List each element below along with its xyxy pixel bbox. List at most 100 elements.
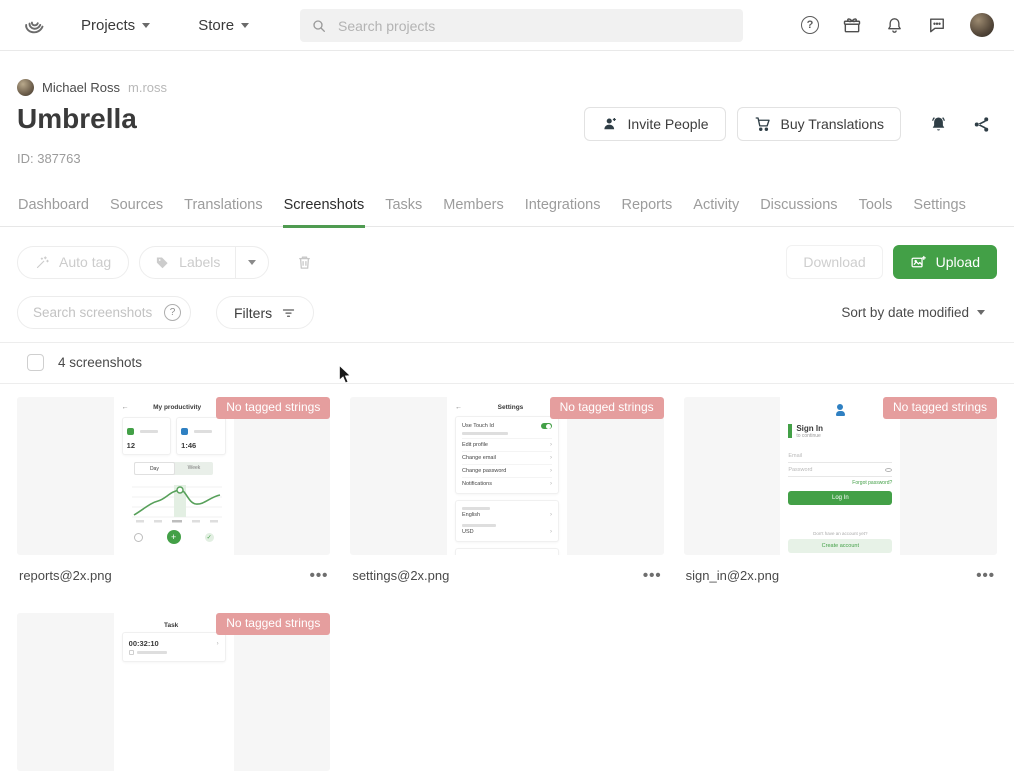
auto-tag-label: Auto tag xyxy=(59,254,111,270)
nav-projects-label: Projects xyxy=(81,17,135,34)
user-avatar[interactable] xyxy=(970,13,994,37)
screenshots-grid: No tagged strings ← My productivity 12 xyxy=(17,397,997,771)
stat-value: 12 xyxy=(127,441,167,450)
thumb-content: Sign In to continue Email Password Forgo… xyxy=(780,397,900,555)
filters-button[interactable]: Filters xyxy=(216,296,314,329)
help-icon[interactable]: ? xyxy=(801,16,819,34)
screenshot-card-task: No tagged strings Task ⌄ 00:32:10 › xyxy=(17,613,330,771)
labels-button[interactable]: Labels xyxy=(140,247,235,278)
screenshot-thumbnail[interactable]: No tagged strings Sign In to continue Em… xyxy=(684,397,997,555)
tab-settings[interactable]: Settings xyxy=(912,191,966,228)
owner-name[interactable]: Michael Ross xyxy=(42,80,120,95)
chevron-down-icon xyxy=(142,23,150,28)
touch-id-label: Use Touch Id xyxy=(462,423,494,429)
labels-label: Labels xyxy=(179,254,220,270)
stat-tile: 1:46 xyxy=(176,417,226,455)
screenshot-thumbnail[interactable]: No tagged strings ← My productivity 12 xyxy=(17,397,330,555)
labels-dropdown-button[interactable] xyxy=(235,247,268,278)
top-navbar: Projects Store ? xyxy=(0,0,1014,51)
owner-avatar[interactable] xyxy=(17,79,34,96)
nav-store[interactable]: Store xyxy=(198,17,249,34)
screenshot-filename[interactable]: settings@2x.png xyxy=(352,568,449,583)
buy-translations-button[interactable]: Buy Translations xyxy=(737,107,902,141)
tab-tools[interactable]: Tools xyxy=(858,191,894,228)
thumb-content: ← Settings Use Touch Id Edit profile› Ch… xyxy=(447,397,567,555)
chevron-down-icon xyxy=(241,23,249,28)
show-password-icon xyxy=(885,468,892,472)
forgot-password-link: Forgot password? xyxy=(788,480,892,486)
nav-projects[interactable]: Projects xyxy=(81,17,150,34)
thumb-title: Settings xyxy=(462,404,559,411)
cart-icon xyxy=(754,115,772,133)
upload-button[interactable]: Upload xyxy=(893,245,997,279)
sort-button[interactable]: Sort by date modified xyxy=(841,305,997,320)
select-all-checkbox[interactable] xyxy=(27,354,44,371)
project-owner: Michael Ross m.ross xyxy=(17,79,997,96)
owner-username: m.ross xyxy=(128,80,167,95)
tab-members[interactable]: Members xyxy=(442,191,504,228)
tab-tasks[interactable]: Tasks xyxy=(384,191,423,228)
screenshot-card-settings: No tagged strings ← Settings Use Touch I… xyxy=(350,397,663,583)
tab-integrations[interactable]: Integrations xyxy=(524,191,602,228)
invite-people-label: Invite People xyxy=(628,116,709,132)
chevron-down-icon xyxy=(248,260,256,265)
stat-value: 1:46 xyxy=(181,441,221,450)
add-fab-icon: + xyxy=(167,530,181,544)
log-in-button: Log In xyxy=(788,491,892,505)
upload-image-icon xyxy=(910,254,927,271)
tab-reports[interactable]: Reports xyxy=(621,191,674,228)
crowdin-logo[interactable] xyxy=(20,12,47,39)
auto-tag-button[interactable]: Auto tag xyxy=(17,246,129,279)
tab-discussions[interactable]: Discussions xyxy=(759,191,838,228)
screenshot-search-input[interactable] xyxy=(31,304,158,321)
card-menu-button[interactable]: ••• xyxy=(976,571,995,581)
app-logo xyxy=(835,404,845,417)
no-tagged-strings-badge: No tagged strings xyxy=(883,397,997,419)
watch-project-bell-icon[interactable] xyxy=(922,114,955,135)
card-menu-button[interactable]: ••• xyxy=(310,571,329,581)
tab-sources[interactable]: Sources xyxy=(109,191,164,228)
gift-icon[interactable] xyxy=(842,15,862,35)
global-search[interactable] xyxy=(300,9,743,42)
screenshot-thumbnail[interactable]: No tagged strings Task ⌄ 00:32:10 › xyxy=(17,613,330,771)
sign-out-label: Sign Out xyxy=(462,552,552,556)
tab-translations[interactable]: Translations xyxy=(183,191,263,228)
no-tagged-strings-badge: No tagged strings xyxy=(550,397,664,419)
thumb-title: My productivity xyxy=(129,404,226,411)
bell-icon[interactable] xyxy=(885,16,904,35)
tab-dashboard[interactable]: Dashboard xyxy=(17,191,90,228)
task-timer: 00:32:10 xyxy=(129,639,159,648)
screenshot-thumbnail[interactable]: No tagged strings ← Settings Use Touch I… xyxy=(350,397,663,555)
buy-translations-label: Buy Translations xyxy=(781,116,885,132)
no-account-text: Don't have an account yet? xyxy=(788,531,892,536)
done-icon: ✓ xyxy=(205,533,214,542)
day-week-toggle: Day Week xyxy=(134,462,213,475)
invite-people-button[interactable]: Invite People xyxy=(584,107,726,141)
card-menu-button[interactable]: ••• xyxy=(643,571,662,581)
divider xyxy=(0,383,1014,384)
screenshot-filename[interactable]: sign_in@2x.png xyxy=(686,568,779,583)
tab-screenshots[interactable]: Screenshots xyxy=(283,191,366,228)
sign-in-subtitle: to continue xyxy=(796,433,823,439)
labels-split-button: Labels xyxy=(139,246,269,279)
accent-bar xyxy=(788,424,792,438)
create-account-button: Create account xyxy=(788,539,892,553)
back-arrow-icon: ← xyxy=(455,404,462,411)
search-help-icon[interactable]: ? xyxy=(164,304,181,321)
tab-activity[interactable]: Activity xyxy=(692,191,740,228)
thumb-content: ← My productivity 12 1:46 xyxy=(114,397,234,555)
person-add-icon xyxy=(601,115,619,133)
sort-label: Sort by date modified xyxy=(841,305,969,320)
upload-label: Upload xyxy=(936,254,980,270)
screenshot-filename[interactable]: reports@2x.png xyxy=(19,568,112,583)
share-icon[interactable] xyxy=(966,115,997,134)
download-button[interactable]: Download xyxy=(786,245,882,279)
search-input[interactable] xyxy=(336,17,732,35)
messages-icon[interactable] xyxy=(927,15,947,35)
time-icon xyxy=(181,428,188,435)
download-label: Download xyxy=(803,254,865,270)
delete-icon[interactable] xyxy=(296,254,313,271)
filters-label: Filters xyxy=(234,305,272,321)
screenshot-search[interactable]: ? xyxy=(17,296,191,329)
stat-tile: 12 xyxy=(122,417,172,455)
